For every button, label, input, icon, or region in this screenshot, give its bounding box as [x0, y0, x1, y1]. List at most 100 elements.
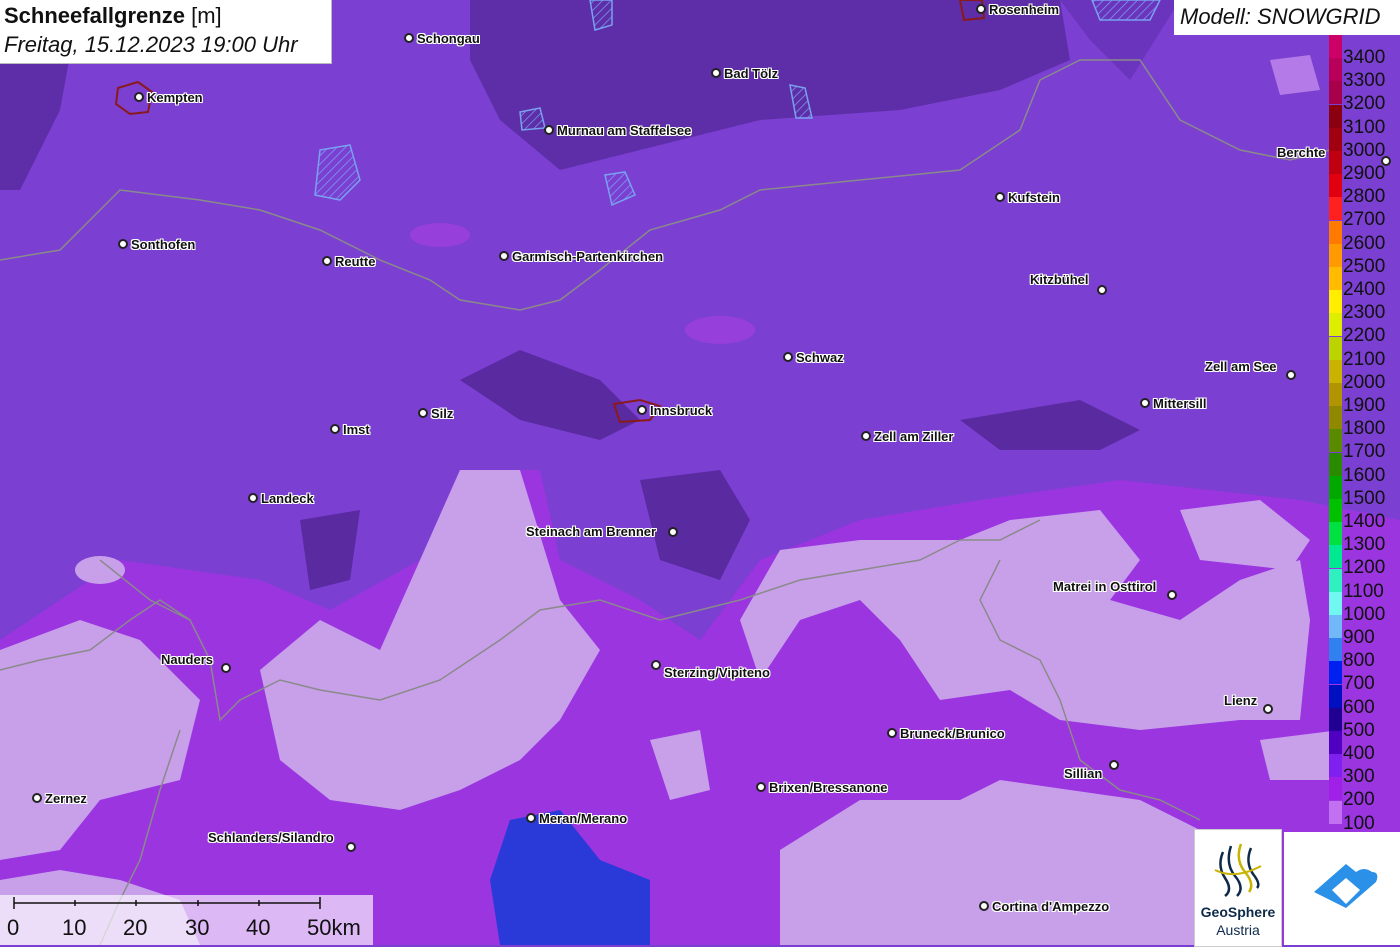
city-dot — [330, 424, 340, 434]
city-label: Kufstein — [1008, 190, 1060, 205]
city-label: Kitzbühel — [1030, 272, 1089, 287]
city-label: Zell am Ziller — [874, 429, 954, 444]
city-dot — [499, 251, 509, 261]
map-title: Schneefallgrenze [m] — [4, 3, 222, 29]
legend-label: 2800 — [1343, 186, 1386, 207]
legend-label: 1900 — [1343, 395, 1386, 416]
city-dot — [418, 408, 428, 418]
legend-label: 2000 — [1343, 372, 1386, 393]
city-label: Garmisch-Partenkirchen — [512, 249, 664, 264]
legend-label: 1700 — [1343, 441, 1386, 462]
city-label: Bad Tölz — [724, 66, 779, 81]
legend-label: 2700 — [1343, 209, 1386, 230]
map-title-unit: [m] — [191, 3, 222, 28]
legend-swatch — [1329, 360, 1342, 383]
legend-label: 300 — [1343, 766, 1375, 787]
scale-label: 10 — [62, 915, 87, 940]
city-label: Reutte — [335, 254, 376, 269]
legend-swatch — [1329, 313, 1342, 336]
geosphere-logo[interactable]: GeoSphere Austria — [1194, 829, 1282, 947]
city-dot — [1263, 704, 1273, 714]
legend-label: 1300 — [1343, 534, 1386, 555]
city-dot — [32, 793, 42, 803]
city-label: Berchte — [1277, 145, 1326, 160]
city-dot — [346, 842, 356, 852]
city-label: Schwaz — [796, 350, 844, 365]
legend-swatch — [1329, 221, 1342, 244]
scale-label: 20 — [123, 915, 148, 940]
legend-swatch — [1329, 638, 1342, 661]
city-label: Nauders — [161, 652, 214, 667]
city-dot — [221, 663, 231, 673]
legend-swatch — [1329, 406, 1342, 429]
city-label: Sillian — [1064, 766, 1103, 781]
weather-app-logo[interactable] — [1284, 832, 1400, 945]
color-legend: 3400 3300 3200 3100 3000 2900 2800 2700 2600 2500… — [1329, 35, 1400, 834]
legend-label: 1500 — [1343, 488, 1386, 509]
scale-label: 0 — [7, 915, 20, 940]
city-dot — [976, 4, 986, 14]
legend-label: 200 — [1343, 789, 1375, 810]
lake — [1091, 0, 1161, 21]
legend-swatch — [1329, 337, 1342, 360]
legend-swatch — [1329, 453, 1342, 476]
city-label: Meran/Merano — [539, 811, 628, 826]
legend-label: 3000 — [1343, 140, 1386, 161]
legend-swatch — [1329, 35, 1342, 58]
map-title-main: Schneefallgrenze — [4, 3, 185, 28]
lake — [519, 107, 546, 131]
model-label: Modell: SNOWGRID — [1180, 4, 1381, 29]
city-label: Rosenheim — [989, 2, 1060, 17]
legend-swatch — [1329, 267, 1342, 290]
city-dot — [1140, 398, 1150, 408]
city-dot — [322, 256, 332, 266]
legend-label: 1000 — [1343, 604, 1386, 625]
legend-swatch — [1329, 522, 1342, 545]
scale-label: 40 — [246, 915, 271, 940]
city-dot — [1097, 285, 1107, 295]
city-label: Lienz — [1224, 693, 1258, 708]
city-label: Innsbruck — [650, 403, 713, 418]
city-dot — [668, 527, 678, 537]
city-dot — [711, 68, 721, 78]
legend-swatch — [1329, 569, 1342, 592]
legend-swatch — [1329, 499, 1342, 522]
pink-spot — [410, 223, 470, 247]
legend-swatch — [1329, 290, 1342, 313]
map-datetime: Freitag, 15.12.2023 19:00 Uhr — [4, 32, 298, 57]
house-cloud-icon — [1314, 864, 1378, 908]
city-label: Sonthofen — [131, 237, 196, 252]
legend-label: 400 — [1343, 743, 1375, 764]
legend-swatch — [1329, 754, 1342, 777]
city-dot — [1167, 590, 1177, 600]
legend-swatch — [1329, 383, 1342, 406]
city-label: Murnau am Staffelsee — [557, 123, 692, 138]
legend-swatch — [1329, 708, 1342, 731]
legend-label: 500 — [1343, 720, 1375, 741]
city-dot — [526, 813, 536, 823]
legend-label: 2100 — [1343, 349, 1386, 370]
geosphere-emblem-icon — [1214, 843, 1262, 897]
city-dot — [544, 125, 554, 135]
legend-label: 600 — [1343, 697, 1375, 718]
city-dot — [1109, 760, 1119, 770]
city-label: Kempten — [147, 90, 203, 105]
city-label: Mittersill — [1153, 396, 1207, 411]
city-label: Cortina d'Ampezzo — [992, 899, 1110, 914]
pink-spot — [685, 316, 755, 344]
legend-label: 2600 — [1343, 233, 1386, 254]
city-dot — [887, 728, 897, 738]
legend-label: 2900 — [1343, 163, 1386, 184]
legend-swatch — [1329, 592, 1342, 615]
city-dot — [118, 239, 128, 249]
scale-bar: 0 10 20 30 40 50km — [0, 895, 373, 945]
legend-label: 2400 — [1343, 279, 1386, 300]
city-dot — [861, 431, 871, 441]
map-canvas[interactable] — [0, 0, 1400, 945]
city-dot — [637, 405, 647, 415]
city-label: Schlanders/Silandro — [208, 830, 334, 845]
legend-label: 700 — [1343, 673, 1375, 694]
model-panel: Modell: SNOWGRID — [1174, 0, 1400, 35]
city-label: Steinach am Brenner — [526, 524, 657, 539]
legend-label: 1600 — [1343, 465, 1386, 486]
